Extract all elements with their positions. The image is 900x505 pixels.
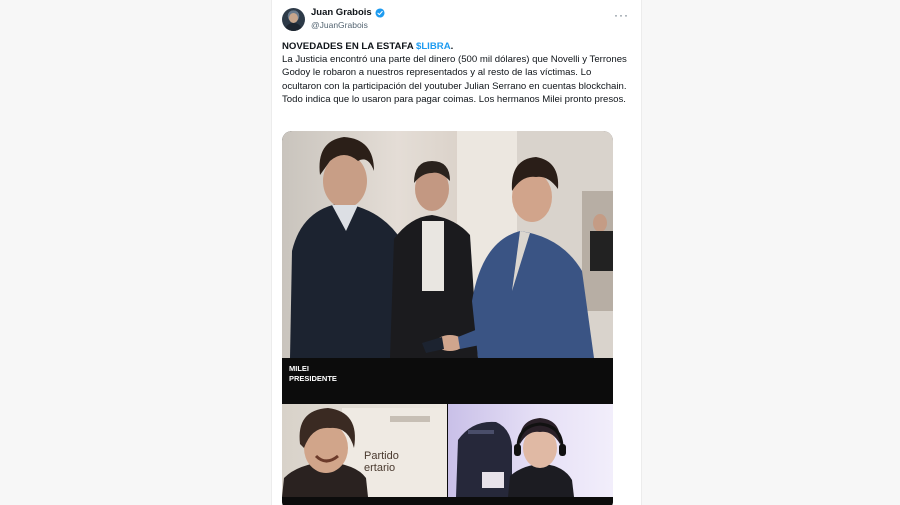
handshake-scene	[290, 131, 613, 358]
party-line-2: ertario	[364, 462, 396, 474]
banner-line-2: PRESIDENTE	[289, 374, 337, 383]
caption-banner: MILEI PRESIDENTE	[282, 358, 613, 404]
photo-streamer[interactable]	[448, 404, 613, 497]
party-line-1: Partido	[364, 450, 399, 462]
party-sign-text: Partido ertario	[364, 450, 399, 474]
verified-badge-icon	[375, 7, 385, 18]
more-options-icon[interactable]: ···	[614, 8, 629, 22]
banner-line-1: MILEI	[289, 364, 309, 373]
tweet-header: Juan Grabois @JuanGrabois ···	[282, 6, 631, 36]
tweet-card: Juan Grabois @JuanGrabois ··· NOVEDADES …	[271, 0, 642, 505]
author-handle[interactable]: @JuanGrabois	[311, 20, 368, 30]
photo-party-event[interactable]: Partido ertario	[282, 404, 447, 497]
tweet-media[interactable]: MILEI PRESIDENTE Partido ertario	[282, 131, 613, 505]
author-name-row: Juan Grabois	[311, 7, 385, 18]
tweet-body: La Justicia encontró una parte del diner…	[282, 54, 627, 105]
banner-text: MILEI PRESIDENTE	[289, 364, 337, 384]
photo-bottom-row: Partido ertario	[282, 404, 613, 505]
author-name[interactable]: Juan Grabois	[311, 7, 372, 18]
author-avatar[interactable]	[282, 8, 305, 31]
tweet-text: NOVEDADES EN LA ESTAFA $LIBRA. La Justic…	[282, 40, 628, 106]
headline-text: NOVEDADES EN LA ESTAFA	[282, 41, 414, 52]
headline-period: .	[450, 41, 454, 52]
hashtag-link[interactable]: $LIBRA	[416, 41, 451, 52]
photo-handshake[interactable]	[282, 131, 613, 358]
tweet-headline: NOVEDADES EN LA ESTAFA $LIBRA.	[282, 40, 628, 53]
streamer-scene	[456, 418, 574, 497]
